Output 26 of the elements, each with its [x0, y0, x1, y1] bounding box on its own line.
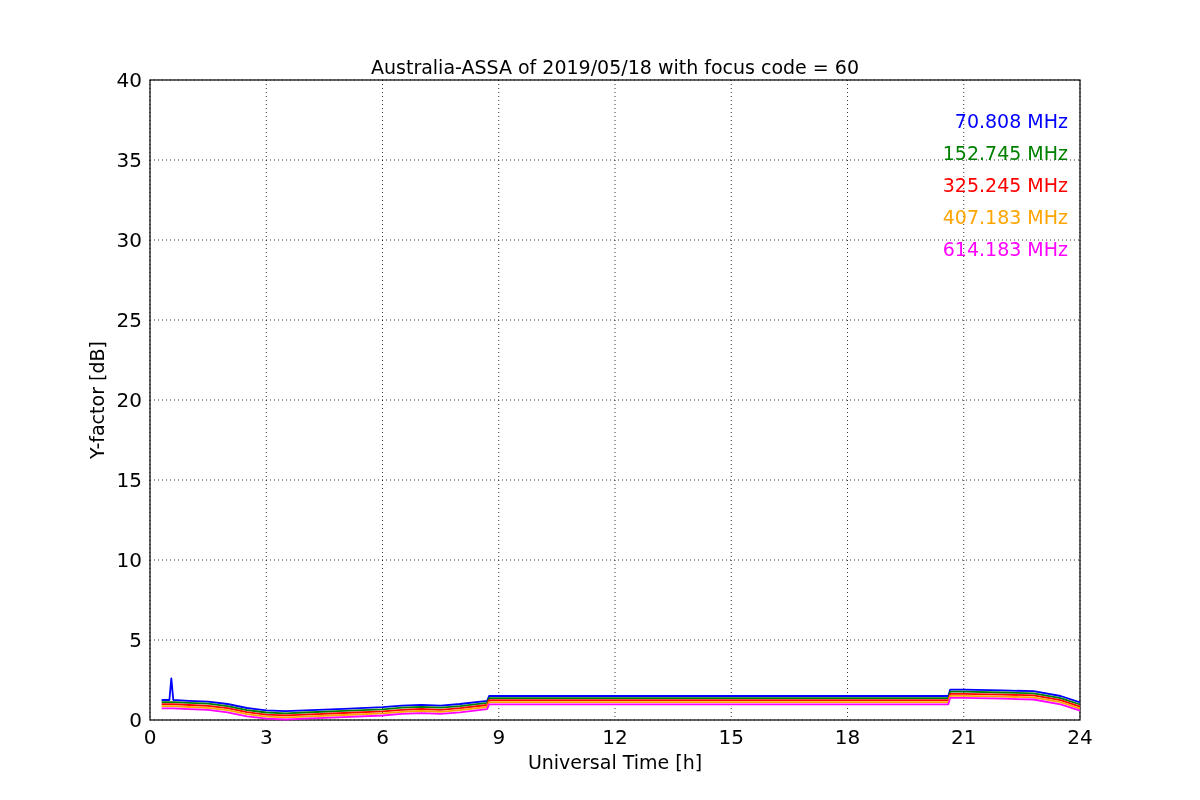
- tick-label: 0: [129, 708, 142, 732]
- legend-label: 614.183 MHz: [942, 238, 1068, 260]
- tick-label: 24: [1067, 725, 1093, 749]
- tick-label: 18: [834, 725, 861, 749]
- tick-label: 15: [718, 725, 744, 749]
- tick-label: 25: [116, 308, 142, 332]
- tick-label: 9: [492, 725, 506, 749]
- tick-label: 15: [116, 468, 142, 492]
- tick-label: 30: [116, 228, 142, 252]
- axis-label: Universal Time [h]: [527, 751, 703, 773]
- axis-label: Y-factor [dB]: [86, 341, 108, 459]
- tick-label: 20: [116, 388, 142, 412]
- tick-label: 5: [129, 628, 142, 652]
- tick-label: 6: [376, 725, 389, 749]
- legend-label: 407.183 MHz: [942, 206, 1068, 228]
- tick-label: 10: [116, 548, 142, 572]
- legend-label: 325.245 MHz: [942, 174, 1068, 196]
- legend-label: 152.745 MHz: [942, 142, 1068, 164]
- tick-label: 0: [143, 725, 157, 749]
- chart-title: Australia-ASSA of 2019/05/18 with focus code = 60: [371, 56, 859, 78]
- tick-label: 35: [116, 148, 142, 172]
- tick-label: 12: [602, 725, 628, 749]
- tick-label: 40: [116, 68, 142, 92]
- tick-label: 3: [259, 725, 273, 749]
- legend-label: 70.808 MHz: [954, 110, 1068, 132]
- tick-label: 21: [951, 725, 977, 749]
